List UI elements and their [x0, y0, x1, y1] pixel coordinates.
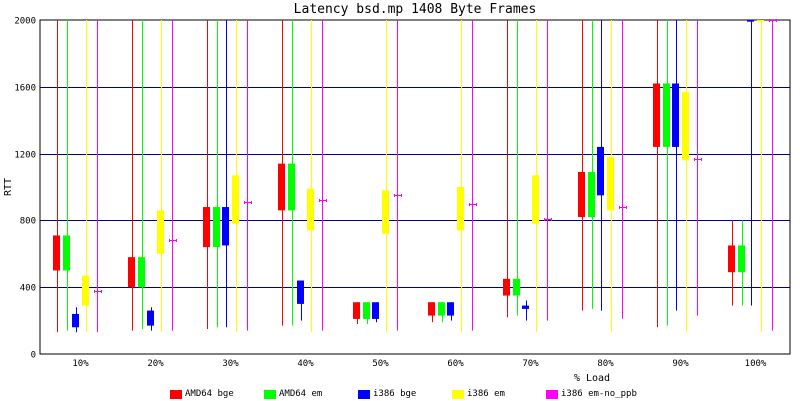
legend-swatch: [358, 389, 370, 399]
box: [757, 20, 764, 22]
box: [532, 175, 539, 224]
latency-chart: Latency bsd.mp 1408 Byte Frames RTT % Lo…: [3, 2, 791, 384]
box: [738, 245, 745, 273]
legend-label: i386 em: [467, 389, 505, 399]
box: [72, 313, 79, 328]
x-tick-label: 80%: [597, 359, 614, 369]
legend-label: AMD64 bge: [185, 389, 234, 399]
y-tick-label: 2000: [14, 17, 36, 27]
x-tick-label: 70%: [522, 359, 539, 369]
box: [447, 302, 454, 316]
box: [138, 257, 145, 288]
box: [307, 188, 314, 231]
grid: [39, 19, 791, 355]
box: [82, 275, 89, 306]
box: [372, 302, 379, 319]
box: [278, 163, 285, 211]
legend-swatch: [452, 389, 464, 399]
box: [147, 310, 154, 326]
box: [203, 207, 210, 248]
x-tick-label: 20%: [147, 359, 164, 369]
x-tick-label: 100%: [745, 359, 767, 369]
legend-label: i386 em-no_ppb: [561, 389, 637, 399]
box: [747, 20, 754, 22]
box: [597, 146, 604, 196]
legend-label: AMD64 em: [279, 389, 323, 399]
legend-item: AMD64 em: [264, 389, 322, 399]
legend-swatch: [170, 389, 182, 399]
box: [232, 175, 239, 224]
box: [578, 171, 585, 218]
box: [428, 302, 435, 316]
box: [213, 207, 220, 248]
box: [503, 278, 510, 296]
legend-swatch: [264, 389, 276, 399]
legend-swatch: [546, 389, 558, 399]
y-tick-label: 1600: [14, 84, 36, 94]
box: [438, 302, 445, 316]
box: [607, 156, 614, 211]
x-tick-label: 90%: [672, 359, 689, 369]
box: [63, 235, 70, 271]
box: [522, 305, 529, 309]
chart-title: Latency bsd.mp 1408 Byte Frames: [294, 2, 537, 17]
y-tick-label: 800: [20, 217, 36, 227]
box: [682, 91, 689, 161]
legend-item: i386 bge: [358, 389, 416, 399]
box: [222, 207, 229, 246]
box: [588, 171, 595, 218]
box: [157, 210, 164, 254]
x-axis-label: % Load: [574, 373, 610, 384]
box: [353, 302, 360, 319]
x-tick-label: 30%: [222, 359, 239, 369]
box: [297, 280, 304, 304]
box: [53, 235, 60, 271]
box: [672, 83, 679, 147]
x-tick-label: 60%: [447, 359, 464, 369]
box: [128, 257, 135, 288]
legend-item: i386 em: [452, 389, 505, 399]
x-tick-label: 40%: [297, 359, 314, 369]
y-axis-label: RTT: [3, 178, 14, 196]
legend-item: AMD64 bge: [170, 389, 234, 399]
box: [363, 302, 370, 319]
box: [728, 245, 735, 273]
box: [288, 163, 295, 211]
plot-frame: [39, 19, 791, 355]
box: [663, 83, 670, 147]
legend-label: i386 bge: [373, 389, 417, 399]
tick-labels: 0 400 800 1200 1600 2000 10% 20% 30% 40% 50% 60% 70%…: [14, 17, 767, 370]
box: [457, 187, 464, 231]
y-tick-label: 1200: [14, 151, 36, 161]
y-tick-label: 0: [31, 351, 36, 361]
x-tick-label: 10%: [72, 359, 89, 369]
legend-item: i386 em-no_ppb: [546, 389, 637, 399]
box: [382, 190, 389, 234]
y-tick-label: 400: [20, 284, 36, 294]
plot-area: [53, 19, 777, 333]
box: [513, 278, 520, 296]
x-tick-label: 50%: [372, 359, 389, 369]
box: [653, 83, 660, 147]
legend: AMD64 bge AMD64 em i386 bge i386 em i386 em-…: [0, 389, 800, 401]
